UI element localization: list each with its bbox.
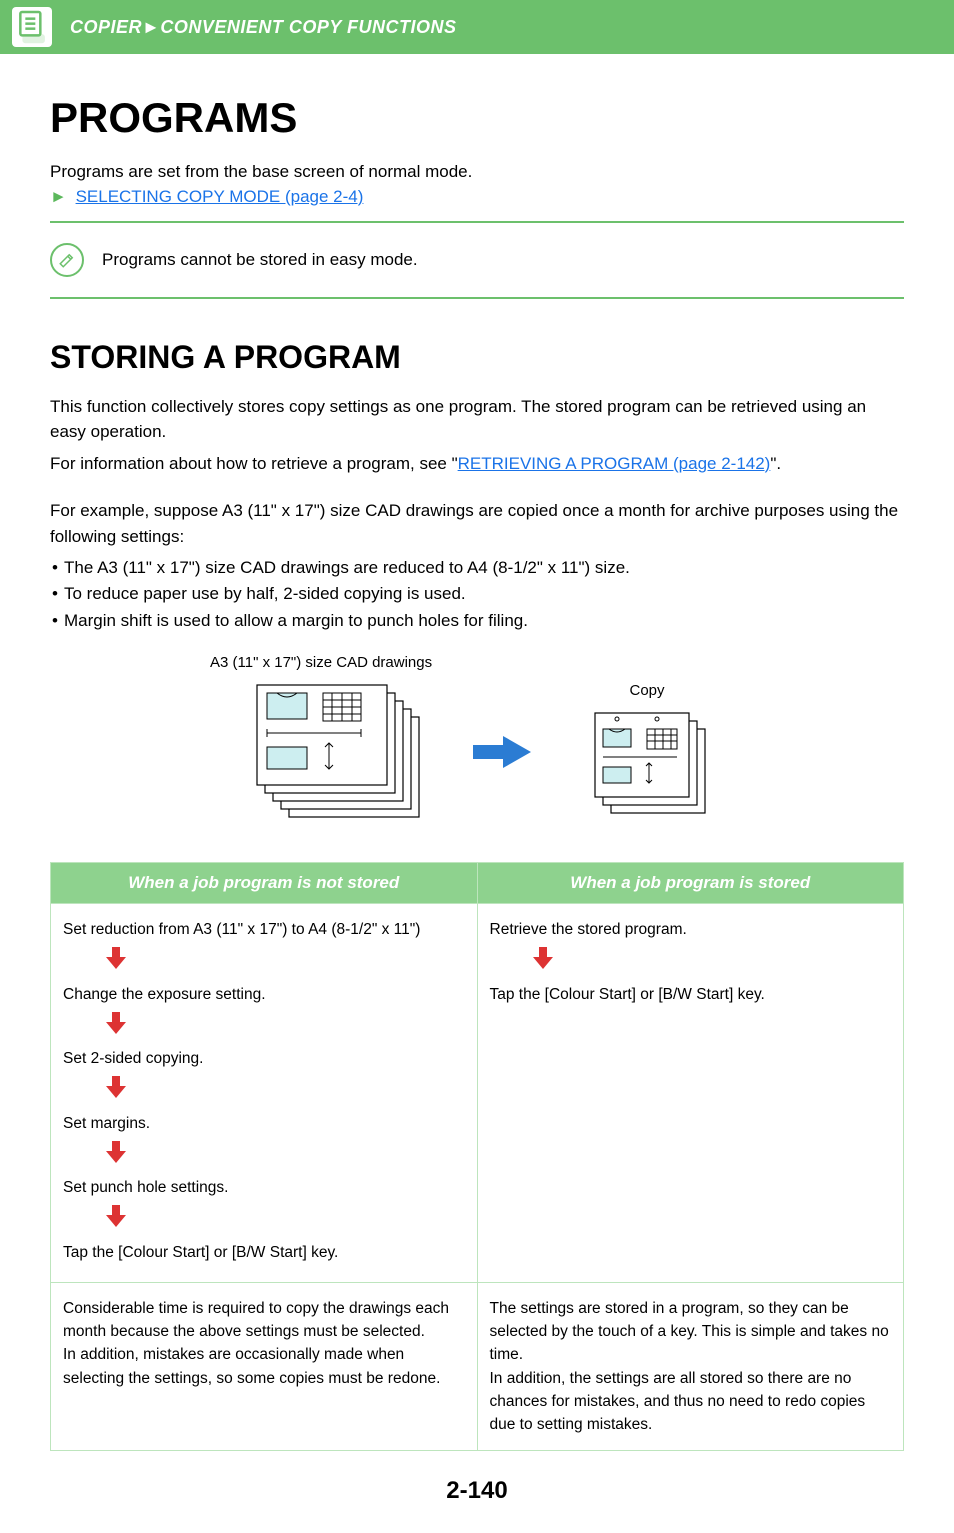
page-number: 2-140 [50, 1477, 904, 1505]
diagram-caption-right: Copy [577, 682, 717, 699]
page-title: PROGRAMS [50, 94, 904, 142]
note-row: Programs cannot be stored in easy mode. [50, 237, 904, 283]
diagram-caption-left: A3 (11" x 17") size CAD drawings [210, 654, 904, 671]
selecting-copy-mode-link[interactable]: SELECTING COPY MODE (page 2-4) [76, 187, 364, 206]
bullet-list: The A3 (11" x 17") size CAD drawings are… [50, 555, 904, 634]
table-cell-right-steps: Retrieve the stored program. Tap the [Co… [477, 904, 904, 1283]
step-text: Tap the [Colour Start] or [B/W Start] ke… [63, 1241, 465, 1264]
down-arrow-icon [103, 1076, 465, 1105]
step-text: Set 2-sided copying. [63, 1047, 465, 1070]
step-text: Set reduction from A3 (11" x 17") to A4 … [63, 918, 465, 941]
divider [50, 297, 904, 299]
breadcrumb-sep: ► [142, 17, 160, 37]
down-arrow-icon [103, 947, 465, 976]
down-arrow-icon [103, 1141, 465, 1170]
breadcrumb-child: CONVENIENT COPY FUNCTIONS [160, 17, 456, 37]
para2-suffix: ". [770, 454, 781, 473]
table-header-right: When a job program is stored [477, 863, 904, 904]
table-cell-left-steps: Set reduction from A3 (11" x 17") to A4 … [51, 904, 478, 1283]
copier-icon [12, 7, 52, 47]
step-text: Set punch hole settings. [63, 1176, 465, 1199]
diagram-area: A3 (11" x 17") size CAD drawings [50, 654, 904, 832]
table-cell-right-footer: The settings are stored in a program, so… [477, 1282, 904, 1451]
down-arrow-icon [103, 1205, 465, 1234]
section-title: STORING A PROGRAM [50, 339, 904, 376]
example-block: For example, suppose A3 (11" x 17") size… [50, 498, 904, 634]
breadcrumb-parent: COPIER [70, 17, 142, 37]
pencil-note-icon [50, 243, 84, 277]
table-cell-left-footer: Considerable time is required to copy th… [51, 1282, 478, 1451]
note-text: Programs cannot be stored in easy mode. [102, 250, 418, 270]
bullet-item: The A3 (11" x 17") size CAD drawings are… [50, 555, 904, 581]
retrieving-program-link[interactable]: RETRIEVING A PROGRAM (page 2-142) [458, 454, 771, 473]
link-line: ► SELECTING COPY MODE (page 2-4) [50, 187, 904, 207]
header-bar: COPIER►CONVENIENT COPY FUNCTIONS [0, 0, 954, 54]
copy-output-block: Copy [577, 682, 717, 828]
bullet-item: To reduce paper use by half, 2-sided cop… [50, 581, 904, 607]
intro-text: Programs are set from the base screen of… [50, 160, 904, 185]
page-content: PROGRAMS Programs are set from the base … [0, 54, 954, 1533]
para2-prefix: For information about how to retrieve a … [50, 454, 458, 473]
arrow-right-icon [467, 732, 537, 777]
down-arrow-icon [530, 947, 892, 976]
step-text: Change the exposure setting. [63, 983, 465, 1006]
paragraph-2: For information about how to retrieve a … [50, 451, 904, 477]
paragraph-1: This function collectively stores copy s… [50, 394, 904, 445]
cad-stack-large-icon [237, 677, 427, 832]
example-intro: For example, suppose A3 (11" x 17") size… [50, 498, 904, 549]
breadcrumb: COPIER►CONVENIENT COPY FUNCTIONS [70, 17, 457, 38]
bullet-item: Margin shift is used to allow a margin t… [50, 608, 904, 634]
triangle-bullet-icon: ► [50, 187, 67, 206]
step-text: Set margins. [63, 1112, 465, 1135]
down-arrow-icon [103, 1012, 465, 1041]
table-header-left: When a job program is not stored [51, 863, 478, 904]
comparison-table: When a job program is not stored When a … [50, 862, 904, 1451]
divider [50, 221, 904, 223]
step-text: Tap the [Colour Start] or [B/W Start] ke… [490, 983, 892, 1006]
step-text: Retrieve the stored program. [490, 918, 892, 941]
